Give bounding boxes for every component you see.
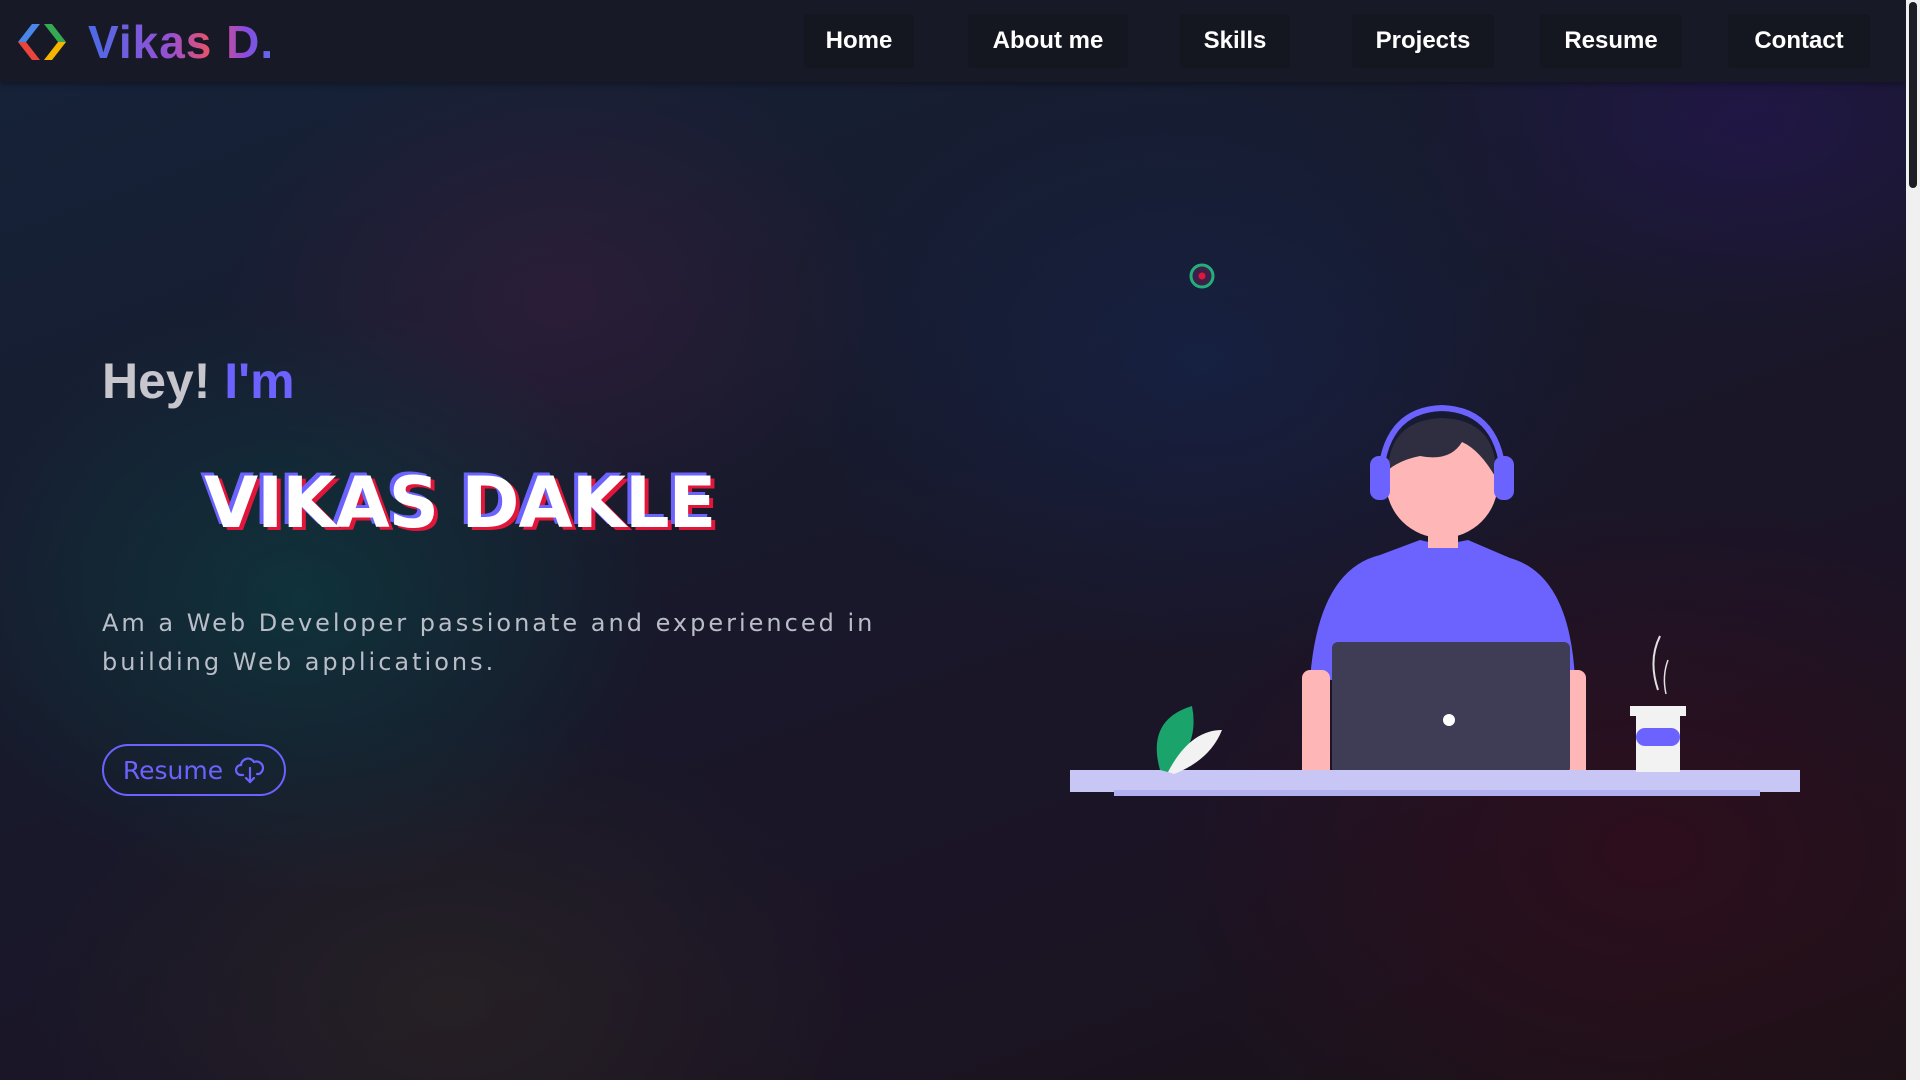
greeting-accent: I'm [224,353,295,409]
hero-name: VIKAS DAKLE [204,462,716,544]
nav-projects[interactable]: Projects [1352,14,1494,68]
hero-name-block: VIKAS DAKLE [204,462,716,552]
nav-resume[interactable]: Resume [1540,14,1682,68]
resume-download-button[interactable]: Resume [102,744,286,796]
brand-name: Vikas D. [88,16,275,68]
developer-illustration [1070,404,1800,796]
resume-button-label: Resume [122,755,224,785]
nav-about-me[interactable]: About me [968,14,1128,68]
cloud-download-icon [235,757,265,784]
scrollbar-thumb[interactable] [1909,2,1917,188]
hero-tagline: Am a Web Developer passionate and experi… [102,609,876,676]
greeting-prefix: Hey! [102,353,211,409]
nav-contact[interactable]: Contact [1728,14,1870,68]
page-scrollbar[interactable] [1906,0,1920,1080]
nav-skills[interactable]: Skills [1180,14,1290,68]
code-brackets-icon [18,24,66,60]
custom-cursor-icon [1189,263,1215,289]
nav-home[interactable]: Home [804,14,914,68]
hero-greeting: Hey! I'm [102,352,295,410]
navbar: Vikas D. Home About me Skills Projects R… [0,0,1906,82]
brand-logo[interactable]: Vikas D. [14,14,274,70]
